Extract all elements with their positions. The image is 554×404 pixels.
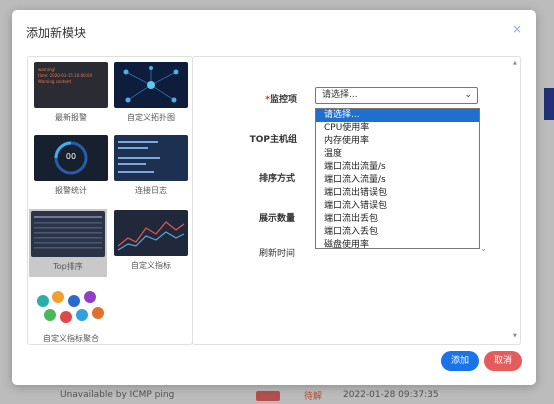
widget-label: 报警统计	[55, 186, 87, 195]
close-icon[interactable]: ×	[512, 22, 522, 36]
widget-custom-topology[interactable]: 自定义拓扑图	[112, 62, 190, 123]
topology-graphic	[123, 66, 179, 103]
monitor-label-text: 监控项	[269, 95, 297, 105]
add-module-dialog: 添加新模块 × warning! time: 2020-03-15 10:00:…	[12, 10, 536, 385]
widget-alarm-stats[interactable]: 00 报警统计	[32, 135, 110, 196]
display-count-label: 展示数量	[258, 214, 295, 224]
dropdown-option[interactable]: CPU使用率	[316, 122, 479, 135]
latest-alarm-thumbnail: warning! time: 2020-03-15 10:00:00 Warni…	[34, 62, 108, 108]
widget-latest-alarm[interactable]: warning! time: 2020-03-15 10:00:00 Warni…	[32, 62, 110, 123]
widget-label: 自定义拓扑图	[127, 113, 175, 122]
widget-custom-metric-aggregation[interactable]: 自定义指标聚合	[32, 283, 110, 344]
dropdown-option[interactable]: 端口流入错误包	[316, 200, 479, 213]
top-host-group-label: TOP主机组	[249, 135, 297, 145]
dropdown-option[interactable]: 内存使用率	[316, 135, 479, 148]
monitor-item-dropdown: 请选择... CPU使用率 内存使用率 温度 端口流出流量/s 端口流入流量/s…	[315, 108, 480, 252]
widget-label: 自定义指标	[131, 261, 171, 270]
form-scrollbar[interactable]: ▲ ▼	[512, 58, 519, 341]
dropdown-option[interactable]: 端口流出流量/s	[316, 161, 479, 174]
dropdown-option[interactable]: 温度	[316, 148, 479, 161]
dropdown-option[interactable]: 请选择...	[316, 109, 479, 122]
chevron-down-icon: ⌄	[464, 90, 472, 100]
gauge-value: 00	[65, 152, 77, 161]
sort-method-label: 排序方式	[258, 174, 295, 184]
widget-label: 最新报警	[55, 113, 87, 122]
dropdown-option[interactable]: 端口流出错误包	[316, 187, 479, 200]
top-sort-thumbnail	[31, 211, 105, 257]
widget-label: 自定义指标聚合	[43, 334, 99, 343]
dropdown-option[interactable]: 端口流入丢包	[316, 226, 479, 239]
thumb-text-2: time: 2020-03-15 10:00:00	[38, 73, 93, 78]
table-graphic	[34, 216, 102, 249]
topology-thumbnail	[114, 62, 188, 108]
widget-connection-log[interactable]: 连接日志	[112, 135, 190, 196]
widget-top-sort[interactable]: Top排序	[29, 209, 107, 277]
alarm-stats-thumbnail: 00	[34, 135, 108, 181]
add-button[interactable]: 添加	[441, 351, 479, 371]
scroll-up-icon[interactable]: ▲	[513, 60, 517, 66]
module-form: *监控项 TOP主机组 排序方式 展示数量 刷新时间 请选择... ⌄ 请选择.…	[192, 56, 521, 345]
line-chart-graphic	[117, 221, 185, 251]
connection-log-thumbnail	[114, 135, 188, 181]
thumb-text-1: warning!	[38, 67, 56, 72]
dropdown-option[interactable]: 磁盘使用率	[316, 239, 479, 252]
thumb-text-3: Warning content	[38, 79, 72, 84]
bubbles-graphic	[37, 291, 104, 323]
select-value: 请选择...	[322, 90, 358, 100]
widget-label: 连接日志	[135, 186, 167, 195]
widget-list: warning! time: 2020-03-15 10:00:00 Warni…	[27, 56, 193, 345]
custom-metric-thumbnail	[114, 210, 188, 256]
refresh-time-label: 刷新时间	[258, 249, 295, 259]
refresh-select-chevron-icon[interactable]: ⌄	[480, 244, 487, 253]
widget-custom-metric[interactable]: 自定义指标	[112, 210, 190, 271]
monitor-item-select[interactable]: 请选择... ⌄	[315, 87, 478, 104]
monitor-label: *监控项	[217, 92, 297, 105]
dialog-title: 添加新模块	[26, 26, 87, 40]
aggregation-thumbnail	[34, 283, 108, 329]
widget-label: Top排序	[53, 262, 83, 271]
dropdown-option[interactable]: 端口流出丢包	[316, 213, 479, 226]
dropdown-option[interactable]: 端口流入流量/s	[316, 174, 479, 187]
scroll-down-icon[interactable]: ▼	[513, 333, 517, 339]
log-lines-graphic	[118, 141, 160, 173]
cancel-button[interactable]: 取消	[484, 351, 522, 371]
